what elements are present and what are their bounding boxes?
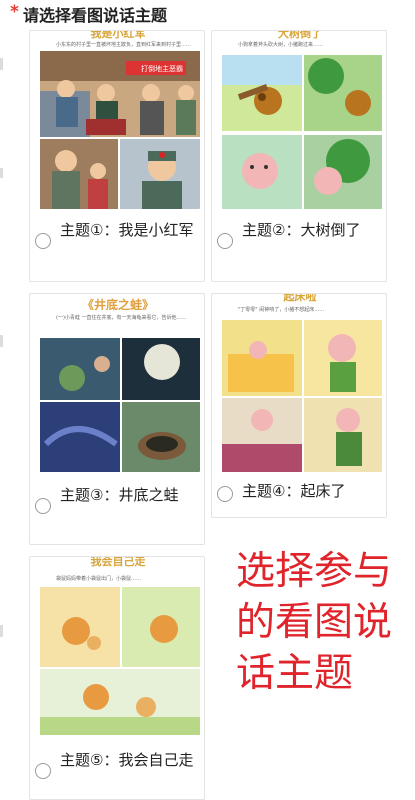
overlay-annotation: 选择参与的看图说话主题	[236, 549, 393, 696]
option-card-5[interactable]: 我会自己走 袋鼠妈妈带着小袋鼠出门，小袋鼠…… 主题⑤：我会自己走	[29, 556, 205, 800]
option-label-1: 主题①：我是小红军	[60, 221, 194, 239]
required-asterisk: *	[10, 2, 19, 22]
page-edge-mark	[0, 168, 3, 178]
option-label-3: 主题③：井底之蛙	[60, 486, 179, 504]
question-title: 请选择看图说话主题	[23, 6, 168, 25]
page-edge-mark	[0, 335, 3, 347]
option-radio-2[interactable]	[217, 233, 233, 249]
page-edge-mark	[0, 625, 3, 637]
option-card-1[interactable]: 我是小红军 小东东的村子里一直被坏地主欺负，直到红军来到村子里…… 打倒地主恶霸…	[29, 30, 205, 282]
option-radio-4[interactable]	[217, 486, 233, 502]
option-label-5: 主题⑤：我会自己走	[60, 751, 194, 769]
option-label-2: 主题②：大树倒了	[242, 221, 361, 239]
banner-text: 打倒地主恶霸	[141, 65, 183, 73]
option-card-2[interactable]: 大树倒了 小狗拿着斧头砍大树，小猪跑过来…… 主题②：大树倒了	[211, 30, 387, 282]
page-edge-mark	[0, 58, 3, 70]
option-radio-1[interactable]	[35, 233, 51, 249]
option-card-4[interactable]: 起床啦 "丁零零" 闹钟响了，小猪不想起床…… 主题④：起床了	[211, 293, 387, 518]
kangaroo-walking-scene-image: 我会自己走 袋鼠妈妈带着小袋鼠出门，小袋鼠……	[36, 557, 200, 735]
waking-up-scene-image: 起床啦 "丁零零" 闹钟响了，小猪不想起床……	[218, 294, 382, 472]
falling-tree-scene-image: 大树倒了 小狗拿着斧头砍大树，小猪跑过来……	[218, 31, 382, 209]
option-label-4: 主题④：起床了	[242, 482, 346, 500]
red-army-scene-image: 我是小红军 小东东的村子里一直被坏地主欺负，直到红军来到村子里…… 打倒地主恶霸	[36, 31, 200, 209]
option-card-3[interactable]: 《井底之蛙》 (一)小青蛙 一直住在井底，有一天海龟来看它，告诉他…… 主题③：…	[29, 293, 205, 545]
option-radio-3[interactable]	[35, 498, 51, 514]
question-header: * 请选择看图说话主题	[0, 0, 415, 28]
option-radio-5[interactable]	[35, 763, 51, 779]
frog-in-well-scene-image: 《井底之蛙》 (一)小青蛙 一直住在井底，有一天海龟来看它，告诉他……	[36, 294, 200, 472]
